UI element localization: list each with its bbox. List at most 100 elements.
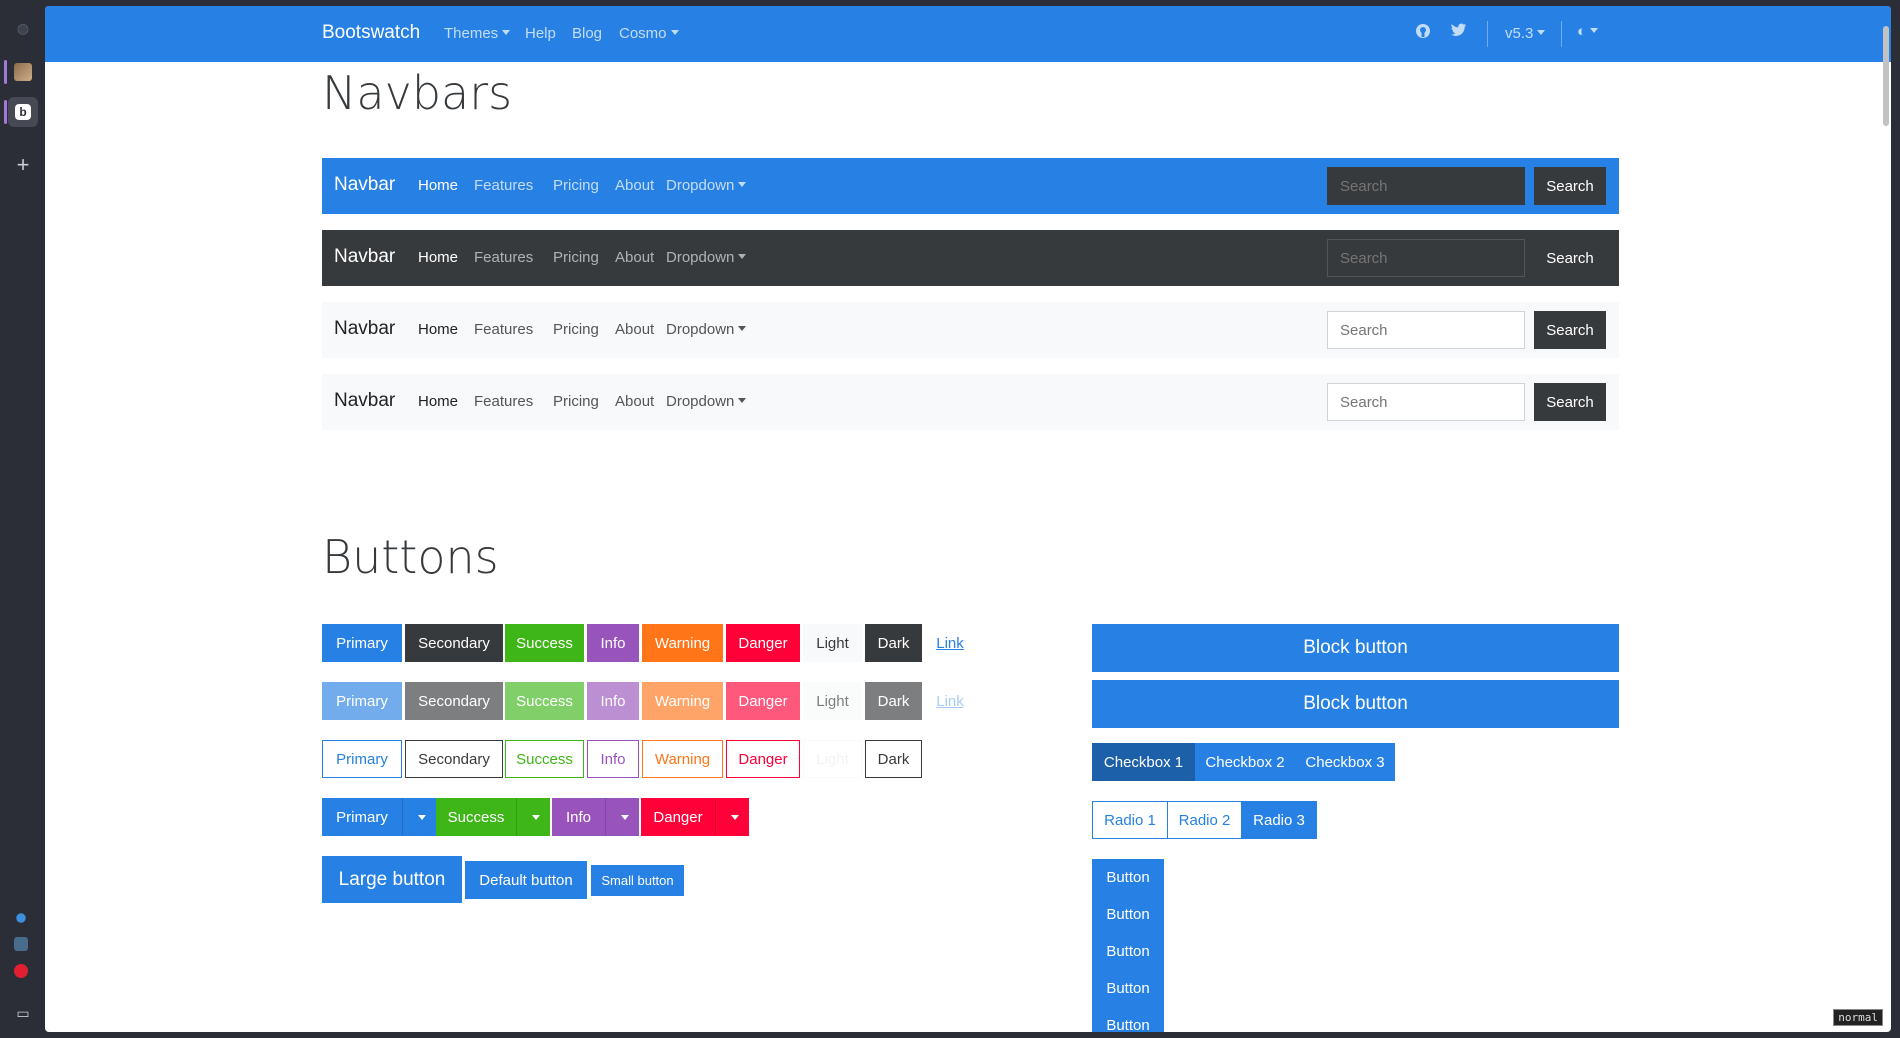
split-info-toggle[interactable] xyxy=(605,798,639,836)
nav-pricing[interactable]: Pricing xyxy=(553,393,599,410)
nav-blog[interactable]: Blog xyxy=(572,25,602,42)
split-primary-toggle[interactable] xyxy=(402,798,436,836)
search-button[interactable]: Search xyxy=(1534,239,1606,277)
btn-light[interactable]: Light xyxy=(803,624,862,662)
split-success-main[interactable]: Success xyxy=(436,798,516,836)
nav-themes[interactable]: Themes xyxy=(444,25,510,42)
sidebar-toggle-icon[interactable]: ▭ xyxy=(8,998,38,1028)
split-danger-toggle[interactable] xyxy=(715,798,749,836)
btn-secondary-disabled[interactable]: Secondary xyxy=(405,682,503,720)
search-button[interactable]: Search xyxy=(1534,167,1606,205)
btn-link[interactable]: Link xyxy=(925,624,975,662)
nav-features[interactable]: Features xyxy=(474,177,533,194)
radio-1[interactable]: Radio 1 xyxy=(1092,801,1168,839)
search-button[interactable]: Search xyxy=(1534,383,1606,421)
btn-outline-light[interactable]: Light xyxy=(803,740,862,778)
search-input[interactable] xyxy=(1327,383,1525,421)
page-scrollbar[interactable] xyxy=(1883,26,1889,126)
split-primary-main[interactable]: Primary xyxy=(322,798,402,836)
navbar-brand[interactable]: Navbar xyxy=(334,174,395,196)
btn-small[interactable]: Small button xyxy=(591,865,684,896)
nav-features[interactable]: Features xyxy=(474,249,533,266)
search-button[interactable]: Search xyxy=(1534,311,1606,349)
btn-outline-dark[interactable]: Dark xyxy=(865,740,922,778)
nav-features[interactable]: Features xyxy=(474,321,533,338)
navbar-brand[interactable]: Navbar xyxy=(334,246,395,268)
btn-outline-info[interactable]: Info xyxy=(587,740,639,778)
vertical-button-4[interactable]: Button xyxy=(1092,970,1164,1007)
nav-about[interactable]: About xyxy=(615,393,654,410)
nav-help[interactable]: Help xyxy=(525,25,556,42)
nav-pricing[interactable]: Pricing xyxy=(553,249,599,266)
github-icon[interactable] xyxy=(1415,23,1431,43)
search-input[interactable] xyxy=(1327,239,1525,277)
nav-home[interactable]: Home xyxy=(418,393,458,410)
version-dropdown[interactable]: v5.3 xyxy=(1505,25,1545,42)
checkbox-3[interactable]: Checkbox 3 xyxy=(1295,743,1395,781)
nav-home[interactable]: Home xyxy=(418,249,458,266)
btn-warning[interactable]: Warning xyxy=(642,624,723,662)
nav-features[interactable]: Features xyxy=(474,393,533,410)
btn-warning-disabled[interactable]: Warning xyxy=(642,682,723,720)
nav-about[interactable]: About xyxy=(615,321,654,338)
vertical-button-3[interactable]: Button xyxy=(1092,933,1164,970)
radio-2[interactable]: Radio 2 xyxy=(1167,801,1242,839)
search-input[interactable] xyxy=(1327,167,1525,205)
btn-outline-warning[interactable]: Warning xyxy=(642,740,723,778)
nav-cosmo[interactable]: Cosmo xyxy=(619,25,679,42)
btn-outline-danger[interactable]: Danger xyxy=(726,740,800,778)
btn-outline-primary[interactable]: Primary xyxy=(322,740,402,778)
nav-home[interactable]: Home xyxy=(418,321,458,338)
block-button-2[interactable]: Block button xyxy=(1092,680,1619,728)
navbar-brand[interactable]: Navbar xyxy=(334,318,395,340)
btn-danger[interactable]: Danger xyxy=(726,624,800,662)
btn-primary[interactable]: Primary xyxy=(322,624,402,662)
btn-dark[interactable]: Dark xyxy=(865,624,922,662)
mail-icon[interactable] xyxy=(14,937,28,951)
checkbox-2[interactable]: Checkbox 2 xyxy=(1195,743,1295,781)
nav-home[interactable]: Home xyxy=(418,177,458,194)
navbar-brand[interactable]: Navbar xyxy=(334,390,395,412)
btn-success-disabled[interactable]: Success xyxy=(505,682,584,720)
btn-primary-disabled[interactable]: Primary xyxy=(322,682,402,720)
btn-light-disabled[interactable]: Light xyxy=(803,682,862,720)
tab-avatar-icon[interactable] xyxy=(8,57,38,87)
nav-dropdown[interactable]: Dropdown xyxy=(666,249,746,266)
nav-dropdown[interactable]: Dropdown xyxy=(666,321,746,338)
globe-small-icon[interactable] xyxy=(14,911,28,925)
btn-secondary[interactable]: Secondary xyxy=(405,624,503,662)
split-success-toggle[interactable] xyxy=(516,798,550,836)
nav-pricing[interactable]: Pricing xyxy=(553,177,599,194)
btn-large[interactable]: Large button xyxy=(322,856,462,903)
nav-about[interactable]: About xyxy=(615,177,654,194)
vertical-button-2[interactable]: Button xyxy=(1092,896,1164,933)
theme-toggle-icon[interactable]: ◐ xyxy=(1577,23,1598,40)
btn-success[interactable]: Success xyxy=(505,624,584,662)
btn-danger-disabled[interactable]: Danger xyxy=(726,682,800,720)
btn-outline-success[interactable]: Success xyxy=(505,740,584,778)
search-input[interactable] xyxy=(1327,311,1525,349)
nav-dropdown[interactable]: Dropdown xyxy=(666,177,746,194)
btn-link-disabled[interactable]: Link xyxy=(925,682,975,720)
block-button-1[interactable]: Block button xyxy=(1092,624,1619,672)
checkbox-1[interactable]: Checkbox 1 xyxy=(1092,743,1195,781)
new-tab-plus-icon[interactable]: + xyxy=(8,150,38,180)
split-info-main[interactable]: Info xyxy=(552,798,605,836)
twitter-icon[interactable] xyxy=(1451,23,1467,41)
btn-dark-disabled[interactable]: Dark xyxy=(865,682,922,720)
btn-default[interactable]: Default button xyxy=(465,861,587,899)
vertical-button-1[interactable]: Button xyxy=(1092,859,1164,896)
record-icon[interactable] xyxy=(14,964,28,978)
btn-outline-secondary[interactable]: Secondary xyxy=(405,740,503,778)
navbar-brand[interactable]: Bootswatch xyxy=(322,22,420,44)
tab-bootswatch-icon[interactable]: b xyxy=(8,97,38,127)
btn-info[interactable]: Info xyxy=(587,624,639,662)
nav-about[interactable]: About xyxy=(615,249,654,266)
nav-dropdown[interactable]: Dropdown xyxy=(666,393,746,410)
globe-icon[interactable]: ◍ xyxy=(8,13,38,43)
split-danger-main[interactable]: Danger xyxy=(641,798,715,836)
radio-3[interactable]: Radio 3 xyxy=(1241,801,1317,839)
btn-info-disabled[interactable]: Info xyxy=(587,682,639,720)
vertical-button-5[interactable]: Button xyxy=(1092,1007,1164,1032)
nav-pricing[interactable]: Pricing xyxy=(553,321,599,338)
